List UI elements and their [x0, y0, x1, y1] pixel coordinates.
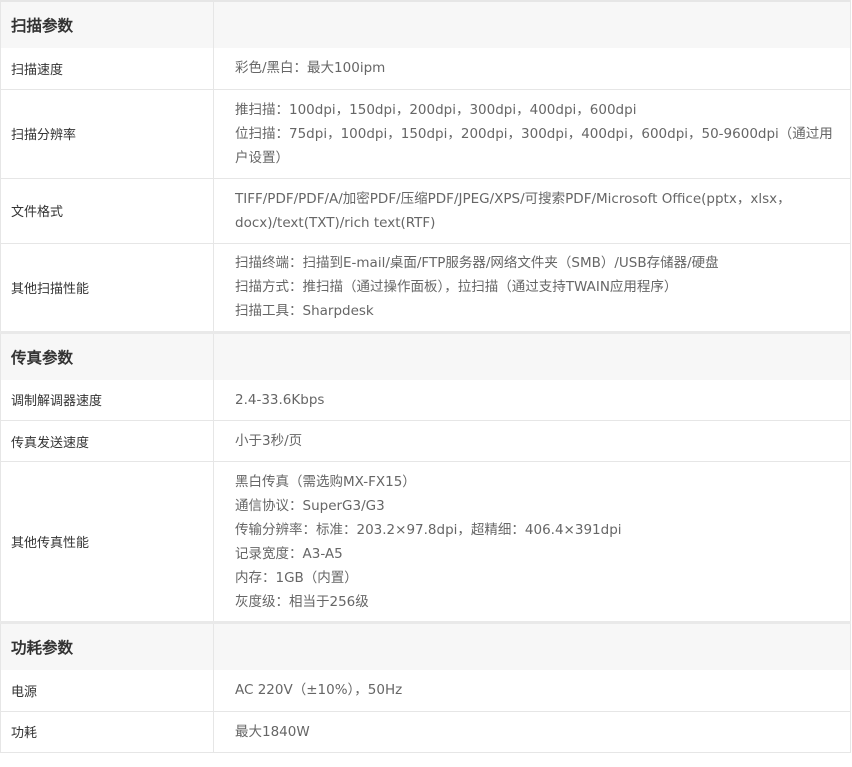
- spec-row: 传真发送速度 小于3秒/页: [0, 420, 851, 462]
- spec-value-line: 记录宽度：A3-A5: [235, 545, 343, 562]
- spec-value-line: 小于3秒/页: [235, 433, 303, 449]
- spec-label: 文件格式: [0, 178, 214, 244]
- spec-row: 其他扫描性能 扫描终端：扫描到E-mail/桌面/FTP服务器/网络文件夹（SM…: [0, 243, 851, 333]
- spec-label: 功耗: [0, 711, 214, 753]
- spec-row: 其他传真性能 黑白传真（需选购MX-FX15） 通信协议：SuperG3/G3 …: [0, 461, 851, 623]
- spec-row: 扫描速度 彩色/黑白：最大100ipm: [0, 48, 851, 90]
- spec-value: 黑白传真（需选购MX-FX15） 通信协议：SuperG3/G3 传输分辨率：标…: [213, 461, 851, 623]
- section-title: 功耗参数: [0, 621, 214, 670]
- spec-label: 扫描分辨率: [0, 89, 214, 179]
- spec-value: 彩色/黑白：最大100ipm: [213, 48, 851, 90]
- spec-value-line: 最大1840W: [235, 723, 310, 740]
- spec-value-line: TIFF/PDF/PDF/A/加密PDF/压缩PDF/JPEG/XPS/可搜索P…: [235, 190, 791, 231]
- spec-value-line: 位扫描：75dpi，100dpi，150dpi，200dpi，300dpi，40…: [235, 125, 833, 166]
- spec-value-line: 传输分辨率：标准：203.2×97.8dpi，超精细：406.4×391dpi: [235, 521, 622, 538]
- spec-value-line: 扫描方式：推扫描（通过操作面板），拉扫描（通过支持TWAIN应用程序）: [235, 279, 678, 295]
- spec-value-line: 黑白传真（需选购MX-FX15）: [235, 473, 416, 490]
- spec-value: 最大1840W: [213, 711, 851, 753]
- section-title: 传真参数: [0, 330, 214, 380]
- spec-table: 扫描参数 扫描速度 彩色/黑白：最大100ipm 扫描分辨率 推扫描：100dp…: [0, 0, 851, 753]
- spec-row: 调制解调器速度 2.4-33.6Kbps: [0, 379, 851, 421]
- section-header-fax: 传真参数: [0, 330, 851, 380]
- section-header-scan: 扫描参数: [0, 1, 851, 48]
- spec-value-line: 通信协议：SuperG3/G3: [235, 497, 385, 514]
- spec-value-line: 推扫描：100dpi，150dpi，200dpi，300dpi，400dpi，6…: [235, 101, 637, 118]
- spec-row: 扫描分辨率 推扫描：100dpi，150dpi，200dpi，300dpi，40…: [0, 89, 851, 179]
- spec-label: 调制解调器速度: [0, 379, 214, 421]
- spec-value-line: 彩色/黑白：最大100ipm: [235, 60, 386, 77]
- spec-row: 功耗 最大1840W: [0, 711, 851, 753]
- section-header-power: 功耗参数: [0, 621, 851, 670]
- spec-value: TIFF/PDF/PDF/A/加密PDF/压缩PDF/JPEG/XPS/可搜索P…: [213, 178, 851, 244]
- spec-label: 电源: [0, 670, 214, 712]
- spec-value-line: 灰度级：相当于256级: [235, 593, 369, 610]
- spec-label: 其他传真性能: [0, 461, 214, 623]
- spec-value: 2.4-33.6Kbps: [213, 379, 851, 421]
- spec-row: 文件格式 TIFF/PDF/PDF/A/加密PDF/压缩PDF/JPEG/XPS…: [0, 178, 851, 244]
- spec-label: 其他扫描性能: [0, 243, 214, 333]
- spec-value-line: 2.4-33.6Kbps: [235, 391, 325, 408]
- spec-value-line: 扫描终端：扫描到E-mail/桌面/FTP服务器/网络文件夹（SMB）/USB存…: [235, 255, 719, 271]
- spec-value: AC 220V（±10%），50Hz: [213, 670, 851, 712]
- spec-value: 推扫描：100dpi，150dpi，200dpi，300dpi，400dpi，6…: [213, 89, 851, 179]
- spec-value: 小于3秒/页: [213, 420, 851, 462]
- spec-value-line: AC 220V（±10%），50Hz: [235, 682, 403, 699]
- spec-value: 扫描终端：扫描到E-mail/桌面/FTP服务器/网络文件夹（SMB）/USB存…: [213, 243, 851, 333]
- spec-label: 传真发送速度: [0, 420, 214, 462]
- spec-value-line: 内存：1GB（内置）: [235, 569, 358, 586]
- spec-label: 扫描速度: [0, 48, 214, 90]
- section-title: 扫描参数: [0, 1, 214, 48]
- spec-value-line: 扫描工具：Sharpdesk: [235, 303, 374, 319]
- spec-row: 电源 AC 220V（±10%），50Hz: [0, 670, 851, 712]
